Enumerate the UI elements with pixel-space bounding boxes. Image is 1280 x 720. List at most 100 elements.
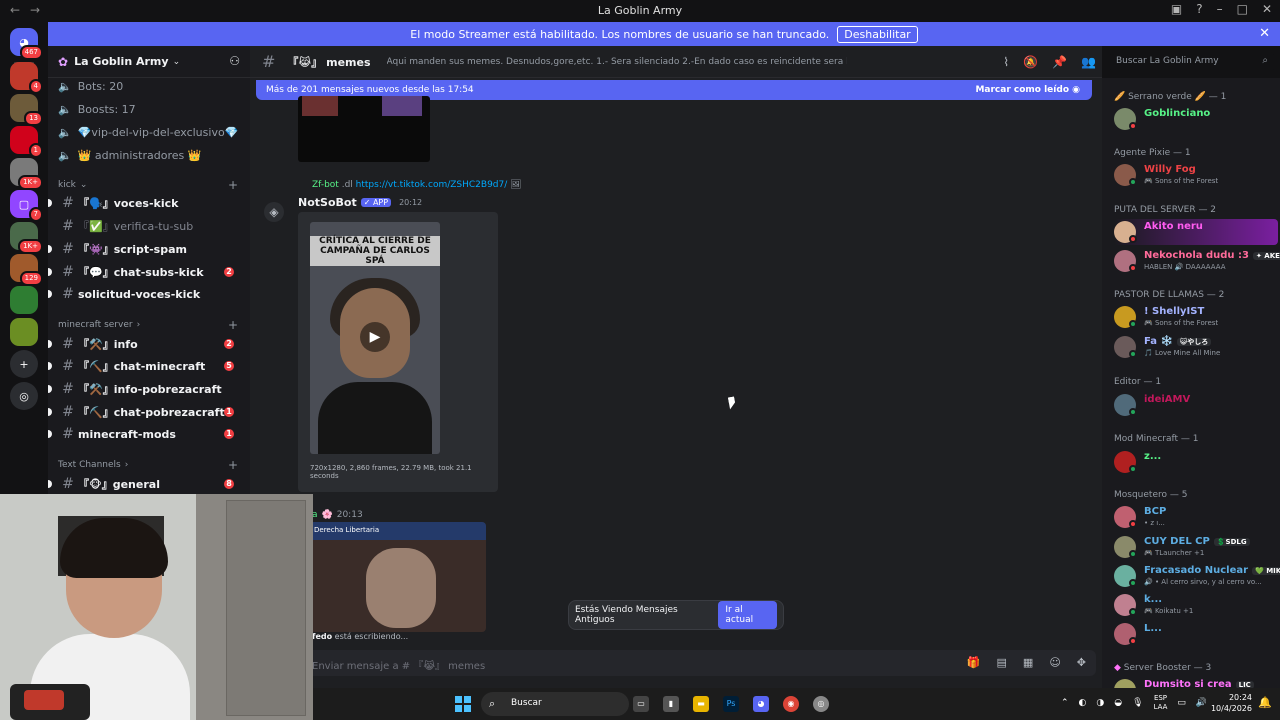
channel-voces-kick[interactable]: # 『🗣️』 voces-kick [48,193,244,213]
volume-icon[interactable]: 🔊 [1196,698,1207,708]
member-item[interactable]: Goblinciano [1114,106,1278,132]
channel-verifica-tu-sub[interactable]: # 『✅』 verifica-tu-sub [54,216,244,236]
member-item[interactable]: Willy Fog 🎮 Sons of the Forest [1114,162,1278,188]
booster-icon: ◆ [1114,663,1121,673]
channel-script-spam[interactable]: # 『👾』 script-spam [48,239,244,259]
inbox-icon[interactable]: ▣ [1171,2,1182,16]
reply-reference[interactable]: Zf-bot .dl https://vt.tiktok.com/ZSHC2B9… [312,180,522,190]
file-explorer-icon[interactable]: ▬ [693,696,709,712]
server-icon[interactable] [10,286,38,314]
help-icon[interactable]: ? [1196,2,1202,16]
search-input[interactable]: Buscar La Goblin Army ⌕ [1110,52,1274,72]
channel-chat-subs-kick[interactable]: # 『💬』 chat-subs-kick 2 [48,262,244,282]
language-indicator[interactable]: ESP LAA [1154,694,1168,712]
channel-info[interactable]: # 『⚒️』 info 2 [48,334,244,354]
video-player[interactable]: CRÍTICA AL CIERRE DE CAMPAÑA DE CARLOS S… [310,222,440,454]
disable-streamer-button[interactable]: Deshabilitar [837,25,918,43]
gif-icon[interactable]: ▤ [997,656,1007,669]
emoji-icon[interactable]: ☺ [1049,656,1060,669]
mute-bell-icon[interactable]: 🔕 [1023,55,1038,69]
video-frame [366,548,436,628]
channel-minecraft-mods[interactable]: # minecraft-mods 1 [48,424,244,444]
chrome-icon[interactable]: ◉ [783,696,799,712]
sidebar-voice-admins[interactable]: 🔈 👑 administradores 👑 [58,149,201,162]
mic-icon[interactable]: 🎙 [1132,698,1143,708]
invite-icon[interactable]: ⚇ [229,54,240,68]
message-author[interactable]: NotSoBot [298,196,357,209]
member-item[interactable]: Nekochola dudu :3✦ AKEF HABLEN 🔊 DAAAAAAA [1114,248,1280,274]
server-icon[interactable]: ▢ 7 [10,190,43,222]
discover-button[interactable]: ◎ [10,382,38,410]
channel-topic[interactable]: Aqui manden sus memes. Desnudos,gore,etc… [387,57,847,67]
threads-icon[interactable]: ⌇ [1003,55,1009,69]
member-item[interactable]: ideiAMV [1114,392,1278,418]
member-item[interactable]: L... [1114,621,1278,647]
category-text-channels[interactable]: Text Channels › + [58,458,248,472]
server-icon[interactable]: 129 [10,254,43,286]
tray-app-icon[interactable]: ◑ [1096,698,1104,708]
channel-solicitud-voces-kick[interactable]: # solicitud-voces-kick [48,284,244,304]
compass-icon: ◎ [19,389,29,403]
server-icon[interactable]: 1 [10,126,43,158]
sticker-icon[interactable]: ▦ [1023,656,1033,669]
members-icon[interactable]: 👥 [1081,55,1096,69]
add-server-button[interactable]: + [10,350,38,378]
add-channel-icon[interactable]: + [228,178,238,192]
channel-prefix: 『🗣️』 [78,197,114,210]
video-embed-2[interactable]: Derecha Libertaria [310,522,486,632]
home-button[interactable]: ◕ 467 [10,28,43,60]
previous-video-embed[interactable] [298,96,430,162]
member-item[interactable]: Akito neru [1114,219,1278,245]
close-window-icon[interactable]: ✕ [1262,2,1272,16]
message-input[interactable]: Enviar mensaje a # 『😹』 memes 🎁 ▤ ▦ ☺ ✥ [256,650,1096,676]
member-item[interactable]: Fracasado Nuclear💚 MIKU 🔊 • Al cerro sirv… [1114,563,1280,589]
channel-chat-minecraft[interactable]: # 『⛏️』 chat-minecraft 5 [48,356,244,376]
start-button[interactable] [455,696,471,712]
server-icon[interactable]: 1K+ [10,222,43,254]
mark-as-read-button[interactable]: Marcar como leído ◉ [975,85,1080,95]
member-item[interactable]: BCP • z ı... [1114,504,1278,530]
gift-icon[interactable]: 🎁 [967,656,981,669]
member-item[interactable]: k... 🎮 Koikatu +1 [1114,592,1278,618]
member-item[interactable]: z... [1114,449,1278,475]
sidebar-voice-vip[interactable]: 🔈 💎vip-del-vip-del-exclusivo💎 [58,126,238,139]
unread-marker [48,245,52,253]
app-icon[interactable]: ◎ [813,696,829,712]
avatar[interactable]: ◈ [264,202,284,222]
taskbar-search[interactable]: ⌕ Buscar [481,692,629,716]
network-icon[interactable]: ▭ [1177,698,1186,708]
task-view-icon[interactable]: ▭ [633,696,649,712]
add-channel-icon[interactable]: + [228,318,238,332]
channel-info-pobrezacraft[interactable]: # 『⚒️』 info-pobrezacraft [48,379,244,399]
apps-icon[interactable]: ✥ [1077,656,1086,669]
reply-link[interactable]: https://vt.tiktok.com/ZSHC2B9d7/ [356,180,508,190]
discord-icon[interactable]: ◕ [753,696,769,712]
maximize-icon[interactable]: □ [1237,2,1248,16]
member-item[interactable]: ! ShellyIST 🎮 Sons of the Forest [1114,304,1278,330]
clock[interactable]: 20:24 10/4/2026 [1211,692,1252,714]
tray-app-icon[interactable]: ◐ [1079,698,1087,708]
chevron-up-icon[interactable]: ⌃ [1061,698,1069,708]
category-kick[interactable]: kick ⌄ + [58,178,248,192]
photoshop-icon[interactable]: Ps [723,696,739,712]
channel-general[interactable]: # 『🐵』 general 8 [48,474,244,494]
server-header[interactable]: ✿ La Goblin Army ⌄ ⚇ [48,46,250,78]
category-minecraft-server[interactable]: minecraft server › + [58,318,248,332]
server-icon[interactable]: 13 [10,94,43,126]
add-channel-icon[interactable]: + [228,458,238,472]
minimize-icon[interactable]: – [1217,2,1223,16]
channel-chat-pobrezacraft[interactable]: # 『⛏️』 chat-pobrezacraft 1 [48,402,244,422]
server-icon[interactable]: 4 [10,62,43,94]
tray-app-icon[interactable]: ◒ [1114,698,1122,708]
server-icon[interactable] [10,318,38,346]
reply-user[interactable]: Zf-bot [312,180,339,190]
notification-icon[interactable]: 🔔 [1258,696,1272,709]
jump-to-present-button[interactable]: Ir al actual [718,601,777,629]
close-icon[interactable]: ✕ [1259,26,1270,41]
app-icon[interactable]: ▮ [663,696,679,712]
play-icon[interactable]: ▶ [360,322,390,352]
member-item[interactable]: CUY DEL CP 💲SDLG 🎮 TLauncher +1 [1114,534,1278,560]
pin-icon[interactable]: 📌 [1052,55,1067,69]
member-item[interactable]: Fa ❄️ 😺やしろ 🎵 Love Mine All Mine [1114,334,1278,360]
server-icon[interactable]: 1K+ [10,158,43,190]
